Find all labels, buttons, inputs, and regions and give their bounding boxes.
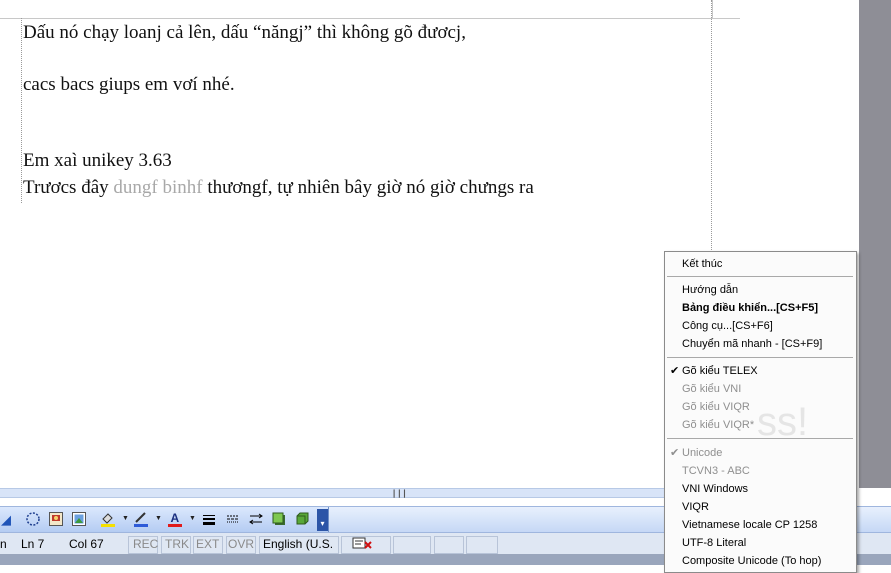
status-ext[interactable]: EXT <box>196 537 219 551</box>
fill-color-icon[interactable] <box>100 511 116 527</box>
line-style-icon[interactable] <box>201 511 217 527</box>
right-scroll-region[interactable] <box>856 0 891 488</box>
text-boundary <box>21 18 22 203</box>
doc-line-4[interactable]: Trươcs đây dungf binhf thươngf, tự nhiên… <box>23 177 534 199</box>
menu-item-composite-unicode[interactable]: Composite Unicode (To hop) <box>682 555 821 567</box>
status-page: n <box>0 537 7 551</box>
status-ovr[interactable]: OVR <box>228 537 254 551</box>
status-rec[interactable]: REC <box>133 537 158 551</box>
arrow-style-icon[interactable] <box>248 511 264 527</box>
grip-icon: ┃┃┃ <box>392 491 408 498</box>
menu-item-vni-windows[interactable]: VNI Windows <box>682 483 748 495</box>
menu-item-unicode[interactable]: Unicode <box>682 447 722 459</box>
status-trk[interactable]: TRK <box>165 537 189 551</box>
align-icon[interactable]: ◢ <box>1 512 11 528</box>
doc-text: Trươcs đây <box>23 177 114 198</box>
shapes-icon[interactable] <box>25 511 41 527</box>
shadow-icon[interactable] <box>271 511 287 527</box>
svg-text:A: A <box>171 511 180 525</box>
menu-item-utf8[interactable]: UTF-8 Literal <box>682 537 746 549</box>
line-color-icon[interactable] <box>133 511 149 527</box>
3d-icon[interactable] <box>294 511 310 527</box>
spelling-status-icon[interactable] <box>352 535 374 554</box>
status-column: Col 67 <box>69 537 104 551</box>
menu-item-tools[interactable]: Công cụ...[CS+F6] <box>682 320 773 332</box>
menu-item-viqr-star[interactable]: Gõ kiểu VIQR* <box>682 419 754 431</box>
menu-item-tcvn3[interactable]: TCVN3 - ABC <box>682 465 750 477</box>
menu-item-help[interactable]: Hướng dẫn <box>682 284 738 296</box>
menu-item-quick-convert[interactable]: Chuyển mã nhanh - [CS+F9] <box>682 338 822 350</box>
page-corner-mark <box>712 0 713 18</box>
menu-item-viqr[interactable]: Gõ kiểu VIQR <box>682 401 750 413</box>
doc-line-2[interactable]: cacs bacs giups em vơí nhé. <box>23 74 235 96</box>
doc-line-3[interactable]: Em xaì unikey 3.63 <box>23 150 172 172</box>
status-language[interactable]: English (U.S. <box>263 537 333 551</box>
doc-line-1[interactable]: Dấu nó chạy loanj cả lên, dấu “năngj” th… <box>23 22 466 44</box>
fill-color-swatch <box>101 524 115 527</box>
check-icon: ✔ <box>670 365 680 377</box>
menu-item-control-panel[interactable]: Bảng điều khiển...[CS+F5] <box>682 302 818 314</box>
font-color-icon[interactable]: A <box>167 511 183 527</box>
unikey-context-menu: ss! Kết thúc Hướng dẫn Bảng điều khiển..… <box>664 251 857 573</box>
doc-text-faded: dungf binhf <box>113 177 203 198</box>
dash-style-icon[interactable] <box>225 511 241 527</box>
clipart-icon[interactable] <box>71 511 87 527</box>
page-margin-top <box>0 18 740 19</box>
menu-item-cp1258[interactable]: Vietnamese locale CP 1258 <box>682 519 817 531</box>
status-line: Ln 7 <box>21 537 45 551</box>
doc-text: thươngf, tự nhiên bây giờ nó giờ chưngs … <box>202 177 534 198</box>
picture-icon[interactable] <box>48 511 64 527</box>
toolbar-options-icon[interactable]: ▾ <box>317 509 328 531</box>
check-icon: ✔ <box>670 447 680 459</box>
menu-item-exit[interactable]: Kết thúc <box>682 258 722 270</box>
menu-item-vni[interactable]: Gõ kiểu VNI <box>682 383 741 395</box>
menu-item-telex[interactable]: Gõ kiểu TELEX <box>682 365 758 377</box>
menu-item-viqr-charset[interactable]: VIQR <box>682 501 709 513</box>
